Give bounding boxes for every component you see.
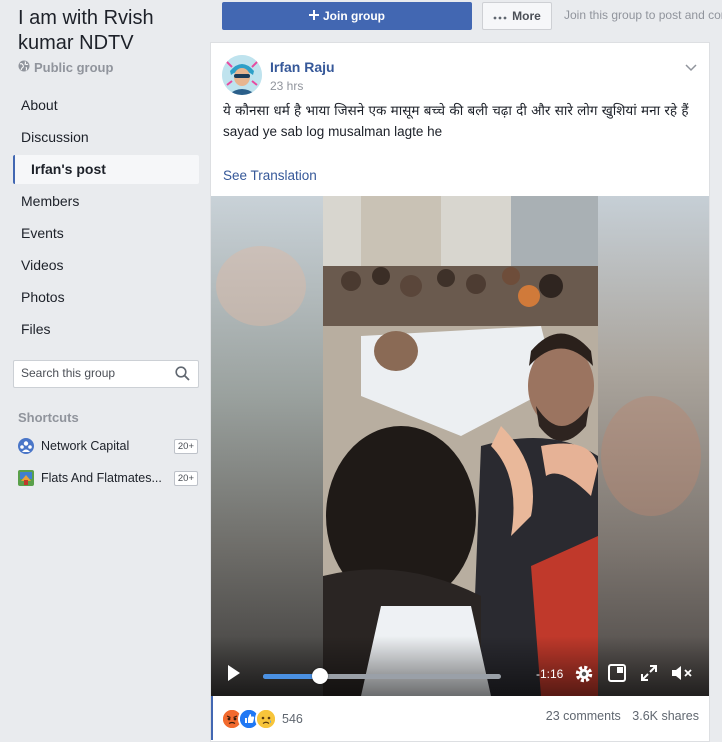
group-title[interactable]: I am with Rvish kumar NDTV bbox=[18, 6, 203, 56]
post-text-hindi: ये कौनसा धर्म है भाया जिसने एक मासूम बच्… bbox=[223, 103, 689, 119]
video-progress-bar[interactable] bbox=[263, 668, 501, 684]
flats-group-icon bbox=[18, 470, 34, 486]
left-sidebar: I am with Rvish kumar NDTV Public group … bbox=[0, 0, 210, 736]
shortcut-item[interactable]: Network Capital 20+ bbox=[18, 436, 198, 456]
shortcut-badge: 20+ bbox=[173, 438, 198, 454]
video-player[interactable]: -1:16 bbox=[211, 196, 709, 696]
play-icon[interactable] bbox=[226, 664, 242, 686]
nav-events[interactable]: Events bbox=[13, 219, 199, 248]
see-translation-link[interactable]: See Translation bbox=[223, 168, 317, 183]
nav-videos[interactable]: Videos bbox=[13, 251, 199, 280]
shortcuts-heading: Shortcuts bbox=[18, 410, 79, 425]
network-group-icon bbox=[18, 438, 34, 454]
fullscreen-icon[interactable] bbox=[640, 664, 658, 686]
ellipsis-icon bbox=[493, 9, 507, 23]
join-group-button[interactable]: Join group bbox=[222, 2, 472, 30]
nav-discussion[interactable]: Discussion bbox=[13, 123, 199, 152]
post-footer: 546 23 comments 3.6K shares bbox=[211, 696, 709, 740]
shortcut-name: Flats And Flatmates... bbox=[41, 471, 162, 485]
group-nav: About Discussion Irfan's post Members Ev… bbox=[13, 91, 199, 347]
reaction-count: 546 bbox=[282, 712, 303, 726]
group-privacy: Public group bbox=[18, 60, 113, 75]
join-group-label: Join group bbox=[323, 9, 385, 23]
more-label: More bbox=[512, 9, 541, 23]
reactions-summary[interactable]: 546 bbox=[221, 708, 303, 730]
shares-count-link[interactable]: 3.6K shares bbox=[632, 709, 699, 723]
nav-members[interactable]: Members bbox=[13, 187, 199, 216]
settings-gear-icon[interactable] bbox=[574, 664, 594, 688]
nav-about[interactable]: About bbox=[13, 91, 199, 120]
nav-irfans-post[interactable]: Irfan's post bbox=[13, 155, 199, 184]
plus-icon bbox=[309, 9, 319, 23]
shortcut-item[interactable]: Flats And Flatmates... 20+ bbox=[18, 468, 198, 488]
shortcut-badge: 20+ bbox=[173, 470, 198, 486]
shortcut-name: Network Capital bbox=[41, 439, 130, 453]
chevron-down-icon[interactable] bbox=[685, 57, 697, 76]
video-progress-handle[interactable] bbox=[312, 668, 329, 684]
more-button[interactable]: More bbox=[482, 2, 552, 30]
video-frame bbox=[211, 196, 709, 696]
footer-accent-bar bbox=[211, 696, 213, 740]
group-type-label: Public group bbox=[34, 60, 114, 75]
group-search bbox=[13, 360, 199, 388]
nav-files[interactable]: Files bbox=[13, 315, 199, 344]
group-action-bar: Join group More Join this group to post … bbox=[222, 2, 722, 30]
search-input[interactable] bbox=[14, 361, 171, 385]
video-time-remaining: -1:16 bbox=[536, 667, 564, 681]
nav-photos[interactable]: Photos bbox=[13, 283, 199, 312]
post-body: ये कौनसा धर्म है भाया जिसने एक मासूम बच्… bbox=[223, 103, 701, 143]
join-hint-text: Join this group to post and comment bbox=[564, 8, 722, 22]
video-controls: -1:16 bbox=[211, 652, 709, 696]
post-card: Irfan Raju 23 hrs ये कौनसा धर्म है भाया … bbox=[210, 42, 710, 742]
picture-in-picture-icon[interactable] bbox=[608, 664, 626, 686]
comments-count-link[interactable]: 23 comments bbox=[546, 709, 621, 723]
sad-reaction-icon bbox=[255, 708, 277, 730]
mute-icon[interactable] bbox=[670, 664, 694, 686]
post-time[interactable]: 23 hrs bbox=[270, 79, 303, 93]
avatar[interactable] bbox=[222, 55, 262, 95]
post-text-english: sayad ye sab log musalman lagte he bbox=[223, 124, 443, 139]
engagement-stats: 23 comments 3.6K shares bbox=[538, 709, 699, 723]
post-author[interactable]: Irfan Raju bbox=[270, 59, 335, 75]
globe-icon bbox=[18, 60, 30, 75]
search-icon[interactable] bbox=[175, 366, 190, 385]
